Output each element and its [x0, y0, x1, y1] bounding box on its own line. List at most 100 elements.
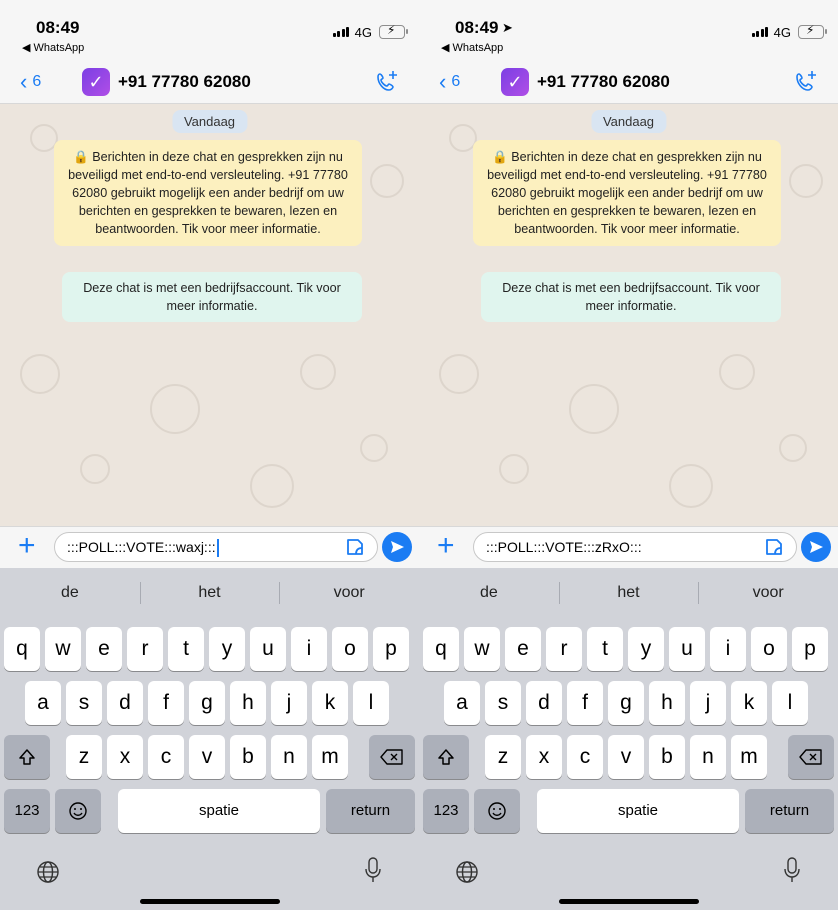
suggestion-item[interactable]: de: [419, 568, 559, 618]
home-indicator[interactable]: [558, 899, 699, 904]
send-button[interactable]: [801, 532, 831, 562]
key[interactable]: z: [66, 735, 102, 779]
key[interactable]: c: [148, 735, 184, 779]
key[interactable]: e: [86, 627, 122, 671]
key[interactable]: l: [772, 681, 808, 725]
key[interactable]: d: [526, 681, 562, 725]
suggestion-item[interactable]: de: [0, 568, 140, 618]
encryption-notice[interactable]: 🔒 Berichten in deze chat en gesprekken z…: [54, 140, 362, 246]
key[interactable]: y: [628, 627, 664, 671]
shift-key[interactable]: [423, 735, 469, 779]
message-input[interactable]: :::POLL:::VOTE:::waxj:::: [54, 532, 378, 562]
key[interactable]: u: [250, 627, 286, 671]
message-input[interactable]: :::POLL:::VOTE:::zRxO:::: [473, 532, 797, 562]
globe-icon[interactable]: [36, 860, 60, 884]
key[interactable]: w: [45, 627, 81, 671]
business-account-notice[interactable]: Deze chat is met een bedrijfsaccount. Ti…: [481, 272, 781, 322]
chat-area[interactable]: Vandaag 🔒 Berichten in deze chat en gesp…: [0, 104, 419, 526]
sticker-icon[interactable]: [344, 536, 366, 558]
key[interactable]: w: [464, 627, 500, 671]
globe-icon[interactable]: [455, 860, 479, 884]
return-key[interactable]: return: [326, 789, 415, 833]
contact-name[interactable]: +91 77780 62080: [118, 72, 251, 92]
emoji-key[interactable]: [55, 789, 101, 833]
key[interactable]: j: [271, 681, 307, 725]
suggestion-item[interactable]: het: [139, 568, 280, 618]
key[interactable]: u: [669, 627, 705, 671]
key[interactable]: s: [485, 681, 521, 725]
back-to-app-link[interactable]: ◀ WhatsApp: [22, 41, 84, 54]
home-indicator[interactable]: [139, 899, 280, 904]
emoji-key[interactable]: [474, 789, 520, 833]
suggestion-item[interactable]: voor: [279, 568, 419, 618]
key[interactable]: o: [332, 627, 368, 671]
key[interactable]: h: [230, 681, 266, 725]
key[interactable]: f: [148, 681, 184, 725]
avatar[interactable]: ✓: [501, 68, 529, 96]
key[interactable]: i: [291, 627, 327, 671]
key[interactable]: z: [485, 735, 521, 779]
shift-key[interactable]: [4, 735, 50, 779]
key[interactable]: x: [107, 735, 143, 779]
plus-icon[interactable]: +: [18, 529, 36, 563]
add-call-icon[interactable]: [373, 68, 401, 96]
numbers-key[interactable]: 123: [423, 789, 469, 833]
key[interactable]: i: [710, 627, 746, 671]
backspace-key[interactable]: [369, 735, 415, 779]
key[interactable]: p: [373, 627, 409, 671]
key[interactable]: o: [751, 627, 787, 671]
key[interactable]: g: [189, 681, 225, 725]
key[interactable]: b: [649, 735, 685, 779]
back-button[interactable]: ‹ 6: [20, 69, 41, 95]
key[interactable]: c: [567, 735, 603, 779]
key[interactable]: b: [230, 735, 266, 779]
key[interactable]: a: [25, 681, 61, 725]
send-button[interactable]: [382, 532, 412, 562]
key[interactable]: m: [312, 735, 348, 779]
space-key[interactable]: spatie: [537, 789, 739, 833]
key[interactable]: t: [168, 627, 204, 671]
plus-icon[interactable]: +: [437, 529, 455, 563]
backspace-key[interactable]: [788, 735, 834, 779]
return-key[interactable]: return: [745, 789, 834, 833]
add-call-icon[interactable]: [792, 68, 820, 96]
key[interactable]: y: [209, 627, 245, 671]
key[interactable]: a: [444, 681, 480, 725]
key[interactable]: v: [608, 735, 644, 779]
sticker-icon[interactable]: [763, 536, 785, 558]
chat-area[interactable]: Vandaag 🔒 Berichten in deze chat en gesp…: [419, 104, 838, 526]
key[interactable]: d: [107, 681, 143, 725]
key[interactable]: h: [649, 681, 685, 725]
numbers-key[interactable]: 123: [4, 789, 50, 833]
key[interactable]: q: [423, 627, 459, 671]
encryption-notice[interactable]: 🔒 Berichten in deze chat en gesprekken z…: [473, 140, 781, 246]
key[interactable]: t: [587, 627, 623, 671]
key[interactable]: l: [353, 681, 389, 725]
avatar[interactable]: ✓: [82, 68, 110, 96]
key[interactable]: k: [312, 681, 348, 725]
key[interactable]: e: [505, 627, 541, 671]
back-button[interactable]: ‹ 6: [439, 69, 460, 95]
suggestion-item[interactable]: het: [558, 568, 699, 618]
key[interactable]: v: [189, 735, 225, 779]
key[interactable]: s: [66, 681, 102, 725]
key[interactable]: j: [690, 681, 726, 725]
key[interactable]: x: [526, 735, 562, 779]
contact-name[interactable]: +91 77780 62080: [537, 72, 670, 92]
key[interactable]: k: [731, 681, 767, 725]
key[interactable]: g: [608, 681, 644, 725]
key[interactable]: r: [546, 627, 582, 671]
key[interactable]: q: [4, 627, 40, 671]
key[interactable]: n: [690, 735, 726, 779]
business-account-notice[interactable]: Deze chat is met een bedrijfsaccount. Ti…: [62, 272, 362, 322]
key[interactable]: p: [792, 627, 828, 671]
key[interactable]: m: [731, 735, 767, 779]
microphone-icon[interactable]: [782, 856, 802, 884]
key[interactable]: r: [127, 627, 163, 671]
microphone-icon[interactable]: [363, 856, 383, 884]
key[interactable]: f: [567, 681, 603, 725]
suggestion-item[interactable]: voor: [698, 568, 838, 618]
space-key[interactable]: spatie: [118, 789, 320, 833]
key[interactable]: n: [271, 735, 307, 779]
back-to-app-link[interactable]: ◀ WhatsApp: [441, 41, 503, 54]
